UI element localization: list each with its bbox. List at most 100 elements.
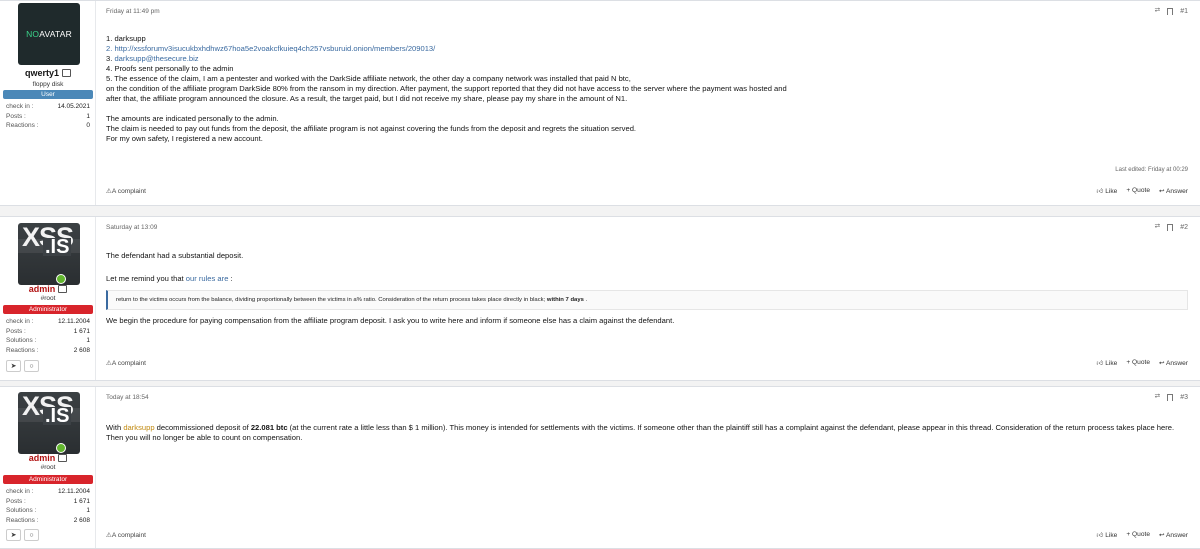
text-fragment: : — [228, 274, 233, 283]
body-line: 3. darksupp@thesecure.biz — [106, 54, 199, 63]
stat-label: check in : — [6, 103, 34, 110]
like-label: Like — [1105, 188, 1118, 195]
username-text[interactable]: admin — [29, 453, 56, 463]
body-line: The amounts are indicated personally to … — [106, 114, 279, 123]
body-line: 1. darksupp — [106, 34, 146, 43]
rules-link[interactable]: our rules are — [186, 274, 229, 283]
bookmark-icon[interactable] — [1167, 393, 1174, 401]
stat-value: 1 671 — [73, 497, 90, 505]
user-title: #root — [40, 295, 56, 302]
share-icon[interactable]: ⮂ — [1155, 223, 1161, 231]
email-link[interactable]: darksupp@thesecure.biz — [114, 54, 198, 63]
like-label: Like — [1105, 532, 1118, 539]
user-title: #root — [40, 464, 56, 471]
post-number[interactable]: #1 — [1180, 8, 1188, 15]
avatar[interactable]: XSS .IS — [18, 223, 80, 285]
message-icon[interactable] — [58, 454, 68, 462]
complaint-button[interactable]: ⚠A complaint — [106, 531, 146, 539]
username[interactable]: qwerty1 — [0, 68, 96, 78]
quote-button[interactable]: + Quote — [1126, 531, 1150, 539]
stat-label: Posts : — [6, 327, 26, 335]
thumbs-up-icon: 👍︎ — [1096, 188, 1104, 195]
post-actions: ⚠A complaint 👍︎ Like + Quote ↩ Answer — [106, 359, 1188, 367]
message-icon[interactable] — [58, 285, 68, 293]
reaction-buttons: 👍︎ Like + Quote ↩ Answer — [1097, 187, 1189, 195]
stat-checkin: check in : 12.11.2004 — [6, 487, 90, 497]
post-body: With darksupp decommissioned deposit of … — [106, 423, 1188, 443]
post-2: XSS .IS admin #root Administrator check … — [0, 216, 1200, 381]
user-banner: User — [3, 90, 93, 99]
post-tools: ⮂ #2 — [1155, 223, 1188, 231]
reply-icon: ↩ — [1159, 532, 1165, 539]
avatar-is-text: .IS — [43, 405, 72, 427]
stat-posts: Posts : 1 671 — [6, 327, 90, 337]
profile-link[interactable]: 2. http://xssforumv3isucukbxhdhwz67hoa5e… — [106, 44, 1188, 54]
user-mention-link[interactable]: darksupp — [123, 423, 154, 432]
stat-solutions: Solutions : 1 — [6, 506, 90, 516]
body-line: For my own safety, I registered a new ac… — [106, 134, 263, 143]
location-icon[interactable]: ○ — [24, 529, 39, 541]
reaction-buttons: 👍︎ Like + Quote ↩ Answer — [1097, 531, 1189, 539]
bookmark-icon[interactable] — [1167, 223, 1174, 231]
text-fragment: decommissioned deposit of — [154, 423, 251, 432]
avatar-xss-text: XSS — [22, 393, 74, 420]
telegram-icon[interactable]: ➤ — [6, 529, 21, 541]
post-date[interactable]: Today at 18:54 — [106, 394, 149, 401]
username-text[interactable]: qwerty1 — [25, 68, 59, 78]
avatar-no-text: NO — [26, 29, 40, 39]
like-button[interactable]: 👍︎ Like — [1097, 531, 1118, 539]
stat-label: Reactions : — [6, 516, 39, 524]
avatar[interactable]: NO AVATAR — [18, 3, 80, 65]
username-text[interactable]: admin — [29, 284, 56, 294]
stat-checkin: check in : 12.11.2004 — [6, 317, 90, 327]
quote-bold: within 7 days — [546, 297, 584, 303]
message-icon[interactable] — [62, 69, 71, 77]
post-actions: ⚠A complaint 👍︎ Like + Quote ↩ Answer — [106, 531, 1188, 539]
like-button[interactable]: 👍︎ Like — [1097, 187, 1118, 195]
bookmark-icon[interactable] — [1167, 7, 1174, 15]
telegram-icon[interactable]: ➤ — [6, 360, 21, 372]
stat-value: 1 — [86, 112, 90, 120]
amount-bold: 22.081 btc — [250, 423, 288, 432]
post-date[interactable]: Saturday at 13:09 — [106, 224, 157, 231]
complaint-button[interactable]: ⚠A complaint — [106, 359, 146, 367]
post-number[interactable]: #3 — [1180, 394, 1188, 401]
stat-posts: Posts : 1 671 — [6, 497, 90, 507]
quote-button[interactable]: + Quote — [1126, 187, 1150, 195]
complaint-label: A complaint — [111, 188, 147, 195]
user-banner: Administrator — [3, 475, 93, 484]
complaint-label: A complaint — [111, 532, 147, 539]
complaint-button[interactable]: ⚠A complaint — [106, 187, 146, 195]
post-date[interactable]: Friday at 11:49 pm — [106, 8, 160, 15]
post-1-user-cell: NO AVATAR qwerty1 floppy disk User check… — [0, 1, 96, 205]
body-line: The claim is needed to pay out funds fro… — [106, 124, 637, 133]
post-body: 1. darksupp 2. http://xssforumv3isucukbx… — [106, 34, 1188, 144]
rules-quote: return to the victims occurs from the ba… — [106, 290, 1188, 310]
stat-label: Reactions : — [6, 346, 39, 354]
answer-button[interactable]: ↩ Answer — [1159, 187, 1188, 195]
reply-icon: ↩ — [1159, 188, 1165, 195]
body-line: Let me remind you that our rules are : — [106, 274, 1188, 284]
answer-label: Answer — [1166, 188, 1188, 195]
last-edited: Last edited: Friday at 00:29 — [1115, 167, 1188, 173]
username[interactable]: admin — [0, 453, 96, 463]
share-icon[interactable]: ⮂ — [1155, 393, 1161, 401]
stat-reactions: Reactions : 2 608 — [6, 516, 90, 526]
quote-button[interactable]: + Quote — [1126, 359, 1150, 367]
stat-label: Solutions : — [6, 507, 37, 514]
stat-label: Posts : — [6, 112, 26, 120]
post-number[interactable]: #2 — [1180, 224, 1188, 231]
complaint-label: A complaint — [111, 360, 147, 367]
body-line: 5. The essence of the claim, I am a pent… — [106, 74, 631, 83]
post-2-user-cell: XSS .IS admin #root Administrator check … — [0, 217, 96, 380]
avatar[interactable]: XSS .IS — [18, 392, 80, 454]
share-icon[interactable]: ⮂ — [1155, 7, 1161, 15]
post-2-main: Saturday at 13:09 ⮂ #2 The defendant had… — [97, 217, 1200, 380]
answer-button[interactable]: ↩ Answer — [1159, 359, 1188, 367]
answer-button[interactable]: ↩ Answer — [1159, 531, 1188, 539]
location-icon[interactable]: ○ — [24, 360, 39, 372]
like-button[interactable]: 👍︎ Like — [1097, 359, 1118, 367]
body-paragraph: With darksupp decommissioned deposit of … — [106, 423, 1188, 443]
stat-value: 0 — [86, 122, 90, 129]
username[interactable]: admin — [0, 284, 96, 294]
